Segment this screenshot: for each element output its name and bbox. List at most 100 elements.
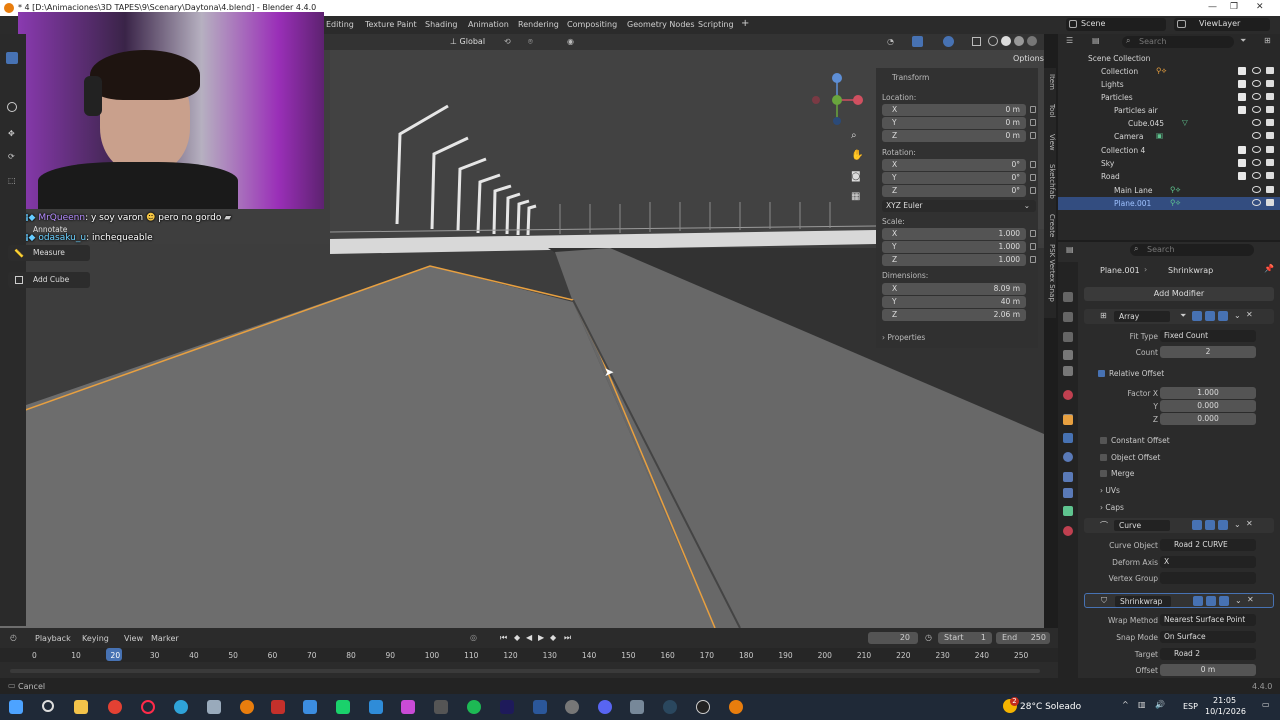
constant-offset-toggle[interactable]: Constant Offset: [1100, 436, 1170, 445]
editmode-toggle-icon[interactable]: [1193, 596, 1203, 606]
gizmo-toggle-icon[interactable]: [912, 36, 923, 47]
factor-y-field[interactable]: 0.000: [1160, 400, 1256, 412]
auto-key-icon[interactable]: ◎: [470, 633, 477, 642]
outliner-row[interactable]: Collection ⚲⟡: [1058, 65, 1280, 78]
overlay-toggle-icon[interactable]: [943, 36, 954, 47]
properties-editor-icon[interactable]: ▤: [1066, 245, 1074, 254]
rotation-x-field[interactable]: X 0°: [882, 159, 1026, 171]
curve-modifier-header[interactable]: Curve ⌒ ⌄ ✕: [1084, 518, 1274, 533]
outliner-row-selected[interactable]: Plane.001 ⚲⟡: [1058, 197, 1280, 210]
viewport-toggle-icon[interactable]: [1205, 311, 1215, 321]
edge-icon[interactable]: [174, 700, 188, 714]
snap-icon[interactable]: ⌾: [528, 37, 533, 47]
scale-y-field[interactable]: Y 1.000: [882, 241, 1026, 253]
location-z-field[interactable]: Z0 m: [882, 130, 1026, 142]
play-icon[interactable]: ▶: [538, 633, 544, 642]
lock-icon[interactable]: [1030, 230, 1036, 237]
pycharm-icon[interactable]: [336, 700, 350, 714]
measure-tool[interactable]: 📏 Measure: [8, 245, 90, 261]
outliner-editor-icon[interactable]: ☰: [1066, 36, 1073, 45]
volume-icon[interactable]: 🔊: [1155, 700, 1165, 709]
chevron-down-icon[interactable]: ⌄: [1234, 520, 1241, 529]
tab-rendering[interactable]: Rendering: [518, 20, 559, 29]
material-tab-icon[interactable]: [1063, 526, 1073, 536]
outliner-row[interactable]: Lights: [1058, 78, 1280, 91]
tab-compositing[interactable]: Compositing: [567, 20, 617, 29]
properties-subpanel[interactable]: › Properties: [882, 333, 925, 342]
shading-rendered-icon[interactable]: [1027, 36, 1037, 46]
app-icon[interactable]: [207, 700, 221, 714]
data-tab-icon[interactable]: [1063, 506, 1073, 516]
dimension-z-field[interactable]: Z 2.06 m: [882, 309, 1026, 321]
curve-object-field[interactable]: Road 2 CURVE: [1160, 539, 1256, 551]
chevron-down-icon[interactable]: ⌄: [1234, 311, 1241, 320]
viewport-toggle-icon[interactable]: [1205, 520, 1215, 530]
lock-icon[interactable]: [1030, 243, 1036, 250]
clock-date[interactable]: 10/1/2026: [1205, 707, 1246, 716]
steam-icon[interactable]: [663, 700, 677, 714]
camera-view-icon[interactable]: ◙: [851, 171, 861, 182]
lock-icon[interactable]: [1030, 187, 1036, 194]
tab-view[interactable]: View: [1044, 134, 1056, 151]
scale-tool-icon[interactable]: ⬚: [8, 176, 16, 185]
weather-text[interactable]: 28°C Soleado: [1020, 702, 1081, 712]
jump-start-icon[interactable]: ⏮: [500, 633, 507, 643]
snap-mode-dropdown[interactable]: On Surface: [1160, 631, 1256, 643]
after-effects-icon[interactable]: [500, 700, 514, 714]
outliner-row[interactable]: Scene Collection: [1058, 52, 1280, 65]
timeline-scrollbar[interactable]: [10, 669, 1040, 673]
location-y-field[interactable]: Y0 m: [882, 117, 1026, 129]
shading-solid-icon[interactable]: [1001, 36, 1011, 46]
lock-icon[interactable]: [1030, 132, 1036, 139]
tab-shading[interactable]: Shading: [425, 20, 458, 29]
display-mode-icon[interactable]: ▤: [1092, 36, 1100, 45]
outliner-row[interactable]: Main Lane ⚲⟡: [1058, 184, 1280, 197]
annotate-tool[interactable]: Annotate: [8, 222, 90, 238]
opera-icon[interactable]: [141, 700, 155, 714]
lock-icon[interactable]: [1030, 106, 1036, 113]
xray-icon[interactable]: [972, 37, 981, 46]
next-key-icon[interactable]: ◆: [550, 633, 556, 642]
close-icon[interactable]: ✕: [1246, 519, 1253, 528]
close-icon[interactable]: ✕: [1256, 2, 1264, 12]
add-cube-tool[interactable]: Add Cube: [8, 272, 90, 288]
move-tool-icon[interactable]: ✥: [8, 129, 15, 138]
tab-tool[interactable]: Tool: [1044, 104, 1056, 118]
factor-z-field[interactable]: 0.000: [1160, 413, 1256, 425]
shrinkwrap-modifier-name[interactable]: Shrinkwrap: [1115, 596, 1171, 607]
scale-x-field[interactable]: X 1.000: [882, 228, 1026, 240]
object-tab-icon[interactable]: [1063, 415, 1073, 425]
language-indicator[interactable]: ESP: [1183, 702, 1198, 711]
notifications-icon[interactable]: ▭: [1262, 700, 1270, 709]
zoom-icon[interactable]: ⌕: [851, 130, 857, 141]
editmode-toggle-icon[interactable]: [1192, 520, 1202, 530]
windows-start-icon[interactable]: [9, 700, 23, 714]
transform-header[interactable]: Transform: [892, 73, 929, 82]
scene-selector[interactable]: Scene: [1066, 18, 1166, 31]
spotify-icon[interactable]: [467, 700, 481, 714]
minimize-icon[interactable]: —: [1208, 2, 1217, 12]
render-toggle-icon[interactable]: [1219, 596, 1229, 606]
new-collection-icon[interactable]: ⊞: [1264, 36, 1271, 45]
cursor-tool-icon[interactable]: [7, 102, 17, 112]
array-modifier-name[interactable]: Array: [1114, 311, 1170, 322]
chrome-icon[interactable]: [108, 700, 122, 714]
rotation-y-field[interactable]: Y 0°: [882, 172, 1026, 184]
app-icon[interactable]: [401, 700, 415, 714]
world-tab-icon[interactable]: [1063, 390, 1073, 400]
select-tool-icon[interactable]: [6, 52, 18, 64]
scale-z-field[interactable]: Z 1.000: [882, 254, 1026, 266]
constraints-tab-icon[interactable]: [1063, 488, 1073, 498]
tab-sketchfab[interactable]: Sketchfab: [1044, 164, 1056, 199]
options-button[interactable]: Options: [1013, 54, 1044, 63]
tab-create[interactable]: Create: [1044, 214, 1056, 237]
add-modifier-button[interactable]: Add Modifier: [1084, 287, 1274, 301]
pin-icon[interactable]: 📌: [1264, 264, 1274, 273]
lock-icon[interactable]: [1030, 256, 1036, 263]
tab-psk-vertex-snap[interactable]: PSK Vertex Snap: [1044, 244, 1056, 302]
particles-tab-icon[interactable]: [1063, 452, 1073, 462]
rotation-z-field[interactable]: Z 0°: [882, 185, 1026, 197]
tray-chevron-icon[interactable]: ^: [1122, 700, 1129, 709]
object-offset-toggle[interactable]: Object Offset: [1100, 453, 1160, 462]
wrap-method-dropdown[interactable]: Nearest Surface Point: [1160, 614, 1256, 626]
